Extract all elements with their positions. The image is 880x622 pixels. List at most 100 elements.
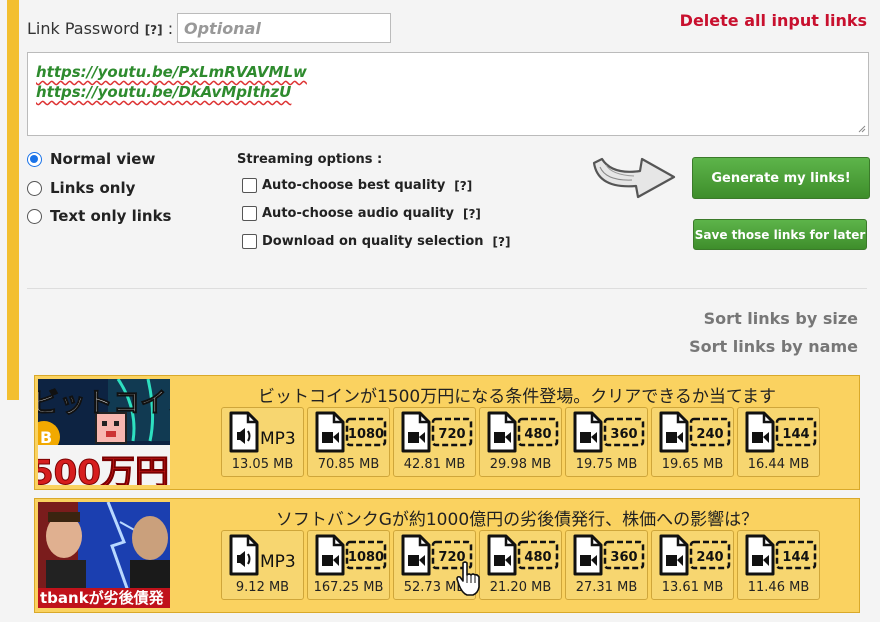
format-480-button[interactable]: 480 21.20 MB (479, 530, 562, 600)
view-option-label: Links only (50, 179, 136, 197)
format-240-button[interactable]: 240 19.65 MB (651, 407, 734, 477)
format-144-button[interactable]: 144 11.46 MB (737, 530, 820, 600)
format-label: 720 (438, 427, 465, 442)
audio-file-icon: MP3 (229, 411, 296, 453)
view-option-label: Text only links (50, 207, 172, 225)
view-option-links-only[interactable]: Links only (27, 179, 135, 197)
format-label: 1080 (348, 550, 384, 565)
section-divider (27, 288, 867, 289)
video-file-icon: 1080 (315, 534, 387, 576)
format-label: MP3 (260, 429, 296, 449)
video-file-icon: 480 (487, 534, 559, 576)
left-accent-bar (7, 0, 19, 400)
thumbnail-title-text: ビットコイン (38, 388, 170, 420)
stream-option-label: Download on quality selection (262, 234, 484, 249)
hand-cursor-icon (456, 561, 480, 596)
format-list: MP3 13.05 MB 1080 70.85 MB 720 42.81 MB (221, 407, 820, 477)
video-card: B ビットコイン 500万円 ビットコインが1500万円になる条件登場。クリアで… (34, 375, 860, 490)
link-password-input[interactable] (177, 13, 391, 43)
format-size: 19.65 MB (661, 457, 724, 472)
video-file-icon: 720 (401, 411, 473, 453)
format-size: 13.05 MB (231, 457, 294, 472)
stream-option-help[interactable]: [?] (463, 207, 481, 221)
link-line: https://youtu.be/PxLmRVAVMLw (36, 63, 307, 81)
format-size: 13.61 MB (661, 580, 724, 595)
resize-grip-icon[interactable] (858, 125, 866, 133)
stream-option-help[interactable]: [?] (454, 179, 472, 193)
format-size: 21.20 MB (489, 580, 552, 595)
radio-text-only[interactable] (27, 208, 42, 224)
format-label: 1080 (348, 427, 384, 442)
view-option-text-only[interactable]: Text only links (27, 207, 171, 225)
format-size: 16.44 MB (747, 457, 810, 472)
format-720-button[interactable]: 720 42.81 MB (393, 407, 476, 477)
links-textarea[interactable]: https://youtu.be/PxLmRVAVMLw https://you… (27, 52, 869, 136)
sort-by-name-link[interactable]: Sort links by name (689, 337, 858, 356)
format-size: 11.46 MB (747, 580, 810, 595)
delete-all-links-link[interactable]: Delete all input links (680, 11, 867, 30)
format-mp3-button[interactable]: MP3 13.05 MB (221, 407, 304, 477)
stream-option-audio-quality[interactable]: Auto-choose audio quality [?] (242, 206, 481, 221)
video-file-icon: 1080 (315, 411, 387, 453)
checkbox-download-on-select[interactable] (242, 234, 257, 249)
generate-links-button[interactable]: Generate my links! (692, 157, 870, 199)
format-size: 42.81 MB (403, 457, 466, 472)
thumbnail-amount-text: 500万円 (38, 453, 169, 486)
password-colon: : (167, 19, 174, 38)
format-label: 240 (696, 550, 723, 565)
save-links-button[interactable]: Save those links for later (693, 219, 867, 250)
format-size: 27.31 MB (575, 580, 638, 595)
checkbox-audio-quality[interactable] (242, 206, 257, 221)
view-option-normal[interactable]: Normal view (27, 150, 155, 168)
video-title: ビットコインが1500万円になる条件登場。クリアできるか当てます (257, 387, 777, 407)
stream-option-best-quality[interactable]: Auto-choose best quality [?] (242, 178, 472, 193)
format-size: 19.75 MB (575, 457, 638, 472)
video-title: ソフトバンクGが約1000億円の劣後債発行、株価への影響は？ (275, 510, 759, 530)
view-option-label: Normal view (50, 150, 156, 168)
video-card: tbankが劣後債発 ソフトバンクGが約1000億円の劣後債発行、株価への影響は… (34, 498, 860, 613)
format-label: 144 (782, 427, 809, 442)
link-password-label: Link Password [?] : (27, 19, 173, 38)
format-480-button[interactable]: 480 29.98 MB (479, 407, 562, 477)
format-mp3-button[interactable]: MP3 9.12 MB (221, 530, 304, 600)
format-label: MP3 (260, 552, 296, 572)
format-label: 360 (610, 550, 637, 565)
video-thumbnail[interactable]: B ビットコイン 500万円 (38, 379, 170, 485)
sort-by-size-link[interactable]: Sort links by size (704, 309, 858, 328)
format-list: MP3 9.12 MB 1080 167.25 MB 720 52.73 MB (221, 530, 820, 600)
video-file-icon: 480 (487, 411, 559, 453)
streaming-options-title: Streaming options : (237, 152, 383, 167)
format-label: 480 (524, 550, 551, 565)
format-label: 144 (782, 550, 809, 565)
arrow-right-icon (592, 157, 676, 199)
format-size: 167.25 MB (313, 580, 384, 595)
video-file-icon: 144 (745, 534, 817, 576)
video-thumbnail[interactable]: tbankが劣後債発 (38, 502, 170, 608)
video-file-icon: 144 (745, 411, 817, 453)
format-1080-button[interactable]: 1080 167.25 MB (307, 530, 390, 600)
stream-option-download-on-select[interactable]: Download on quality selection [?] (242, 234, 510, 249)
format-label: 480 (524, 427, 551, 442)
format-144-button[interactable]: 144 16.44 MB (737, 407, 820, 477)
format-label: 360 (610, 427, 637, 442)
format-1080-button[interactable]: 1080 70.85 MB (307, 407, 390, 477)
stream-option-label: Auto-choose audio quality (262, 206, 454, 221)
password-help-link[interactable]: [?] (145, 23, 163, 37)
checkbox-best-quality[interactable] (242, 178, 257, 193)
video-file-icon: 240 (659, 411, 731, 453)
stream-option-label: Auto-choose best quality (262, 178, 446, 193)
format-360-button[interactable]: 360 19.75 MB (565, 407, 648, 477)
radio-links-only[interactable] (27, 180, 42, 196)
stream-option-help[interactable]: [?] (493, 235, 511, 249)
format-240-button[interactable]: 240 13.61 MB (651, 530, 734, 600)
audio-file-icon: MP3 (229, 534, 296, 576)
video-file-icon: 360 (573, 534, 645, 576)
format-size: 70.85 MB (317, 457, 380, 472)
radio-normal-view[interactable] (27, 151, 42, 167)
format-size: 9.12 MB (235, 580, 290, 595)
format-size: 29.98 MB (489, 457, 552, 472)
video-file-icon: 240 (659, 534, 731, 576)
format-360-button[interactable]: 360 27.31 MB (565, 530, 648, 600)
link-password-label-text: Link Password (27, 19, 140, 38)
link-line: https://youtu.be/DkAvMpIthzU (36, 83, 292, 101)
